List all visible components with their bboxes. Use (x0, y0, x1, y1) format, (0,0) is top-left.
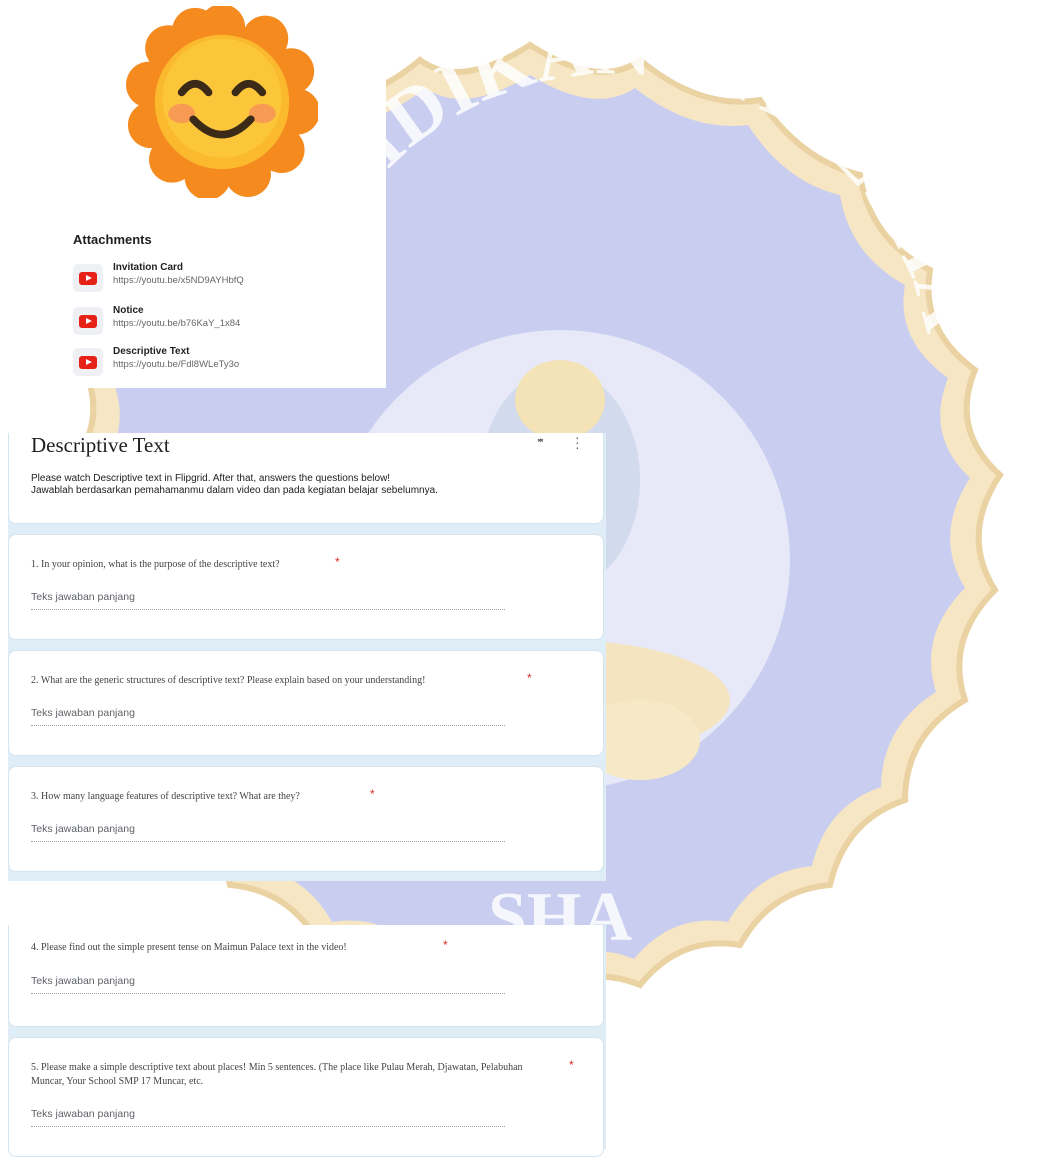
question-text: 1. In your opinion, what is the purpose … (31, 559, 280, 570)
long-answer-field[interactable]: Teks jawaban panjang (31, 707, 505, 726)
more-vert-icon[interactable]: · · · (575, 430, 580, 454)
question-text: 4. Please find out the simple present te… (31, 942, 347, 953)
required-asterisk: * (335, 555, 340, 569)
youtube-icon (73, 264, 103, 292)
form-section-bottom: 4. Please find out the simple present te… (8, 925, 606, 1157)
question-card: 1. In your opinion, what is the purpose … (8, 534, 604, 640)
question-text: 5. Please make a simple descriptive text… (31, 1062, 523, 1087)
question-card: 2. What are the generic structures of de… (8, 650, 604, 756)
attachment-link[interactable]: https://youtu.be/x5ND9AYHbfQ (113, 275, 244, 286)
attachment-link[interactable]: https://youtu.be/b76KaY_1x84 (113, 318, 240, 329)
question-text: 3. How many language features of descrip… (31, 791, 300, 802)
collapse-icon[interactable]: ⌄ ⌃ (535, 431, 546, 450)
long-answer-field[interactable]: Teks jawaban panjang (31, 975, 505, 994)
attachments-title: Attachments (73, 232, 152, 247)
attachment-item[interactable]: Descriptive Text https://youtu.be/Fdl8WL… (73, 346, 373, 378)
question-text: 2. What are the generic structures of de… (31, 675, 426, 686)
section-description: Please watch Descriptive text in Flipgri… (31, 473, 438, 496)
long-answer-field[interactable]: Teks jawaban panjang (31, 591, 505, 610)
attachment-name: Notice (113, 305, 144, 316)
attachment-link[interactable]: https://youtu.be/Fdl8WLeTy3o (113, 359, 239, 370)
long-answer-field[interactable]: Teks jawaban panjang (31, 823, 505, 842)
attachment-item[interactable]: Invitation Card https://youtu.be/x5ND9AY… (73, 262, 373, 294)
question-card: 5. Please make a simple descriptive text… (8, 1037, 604, 1157)
attachment-item[interactable]: Notice https://youtu.be/b76KaY_1x84 (73, 305, 373, 337)
question-card: 3. How many language features of descrip… (8, 766, 604, 872)
section-title: Descriptive Text (31, 433, 170, 457)
section-header-card: Descriptive Text ⌄ ⌃ · · · Please watch Des… (8, 430, 604, 524)
attachments-card: Attachments Invitation Card https://yout… (0, 0, 386, 388)
question-card: 4. Please find out the simple present te… (8, 925, 604, 1027)
attachment-name: Invitation Card (113, 262, 184, 273)
youtube-icon (73, 307, 103, 335)
required-asterisk: * (527, 671, 532, 685)
long-answer-field[interactable]: Teks jawaban panjang (31, 1108, 505, 1127)
required-asterisk: * (370, 787, 375, 801)
youtube-icon (73, 348, 103, 376)
required-asterisk: * (443, 938, 448, 952)
attachment-name: Descriptive Text (113, 346, 190, 357)
form-section-top: Descriptive Text ⌄ ⌃ · · · Please watch Des… (8, 430, 606, 881)
smiling-sun-emoji (126, 6, 318, 198)
required-asterisk: * (569, 1058, 574, 1072)
